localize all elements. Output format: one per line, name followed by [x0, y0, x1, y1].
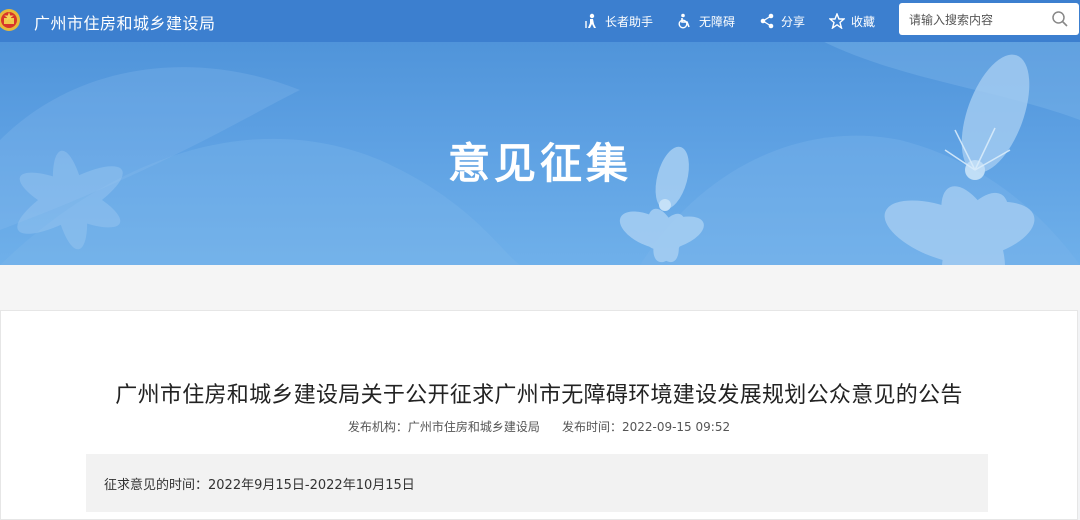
page-heading: 意见征集 — [447, 139, 632, 188]
search-icon[interactable] — [1051, 10, 1069, 28]
publisher-info: 发布机构：广州市住房和城乡建设局 — [348, 420, 540, 434]
consultation-period-box: 征求意见的时间：2022年9月15日-2022年10月15日 — [86, 454, 988, 512]
publisher-value: 广州市住房和城乡建设局 — [407, 420, 540, 434]
elder-assist-label: 长者助手 — [605, 14, 654, 29]
site-title[interactable]: 广州市住房和城乡建设局 — [34, 10, 216, 34]
publisher-label: 发布机构： — [347, 420, 408, 434]
accessibility-button[interactable]: 无障碍 — [677, 11, 735, 31]
publish-time-value: 2022-09-15 09:52 — [621, 420, 731, 434]
share-button[interactable]: 分享 — [759, 11, 805, 31]
share-label: 分享 — [781, 14, 806, 29]
top-navigation-bar: 广州市住房和城乡建设局 长者助手 无障碍 分享 收藏 请输入搜索内容 — [0, 0, 1080, 42]
consultation-period: 征求意见的时间：2022年9月15日-2022年10月15日 — [104, 474, 415, 493]
wheelchair-icon — [678, 13, 690, 29]
star-icon — [829, 13, 845, 29]
accessibility-label: 无障碍 — [699, 14, 736, 29]
page-banner: 广州市住房和城乡建设局 长者助手 无障碍 分享 收藏 请输入搜索内容 意见征集 — [0, 0, 1080, 265]
article-title: 广州市住房和城乡建设局关于公开征求广州市无障碍环境建设发展规划公众意见的公告 — [115, 383, 963, 408]
period-value: 2022年9月15日-2022年10月15日 — [208, 478, 415, 493]
search-input[interactable] — [907, 9, 1046, 31]
publish-time-info: 发布时间：2022-09-15 09:52 — [562, 420, 730, 434]
favorite-button[interactable]: 收藏 — [829, 11, 875, 31]
favorite-label: 收藏 — [851, 14, 876, 29]
content-spacer — [0, 265, 1080, 310]
publish-time-label: 发布时间： — [561, 420, 622, 434]
period-label: 征求意见的时间： — [104, 478, 209, 493]
national-emblem-logo — [0, 9, 20, 31]
share-icon — [760, 13, 774, 29]
elder-assist-button[interactable]: 长者助手 — [583, 11, 653, 31]
article-meta: 发布机构：广州市住房和城乡建设局 发布时间：2022-09-15 09:52 — [0, 418, 1078, 435]
search-box — [899, 3, 1079, 35]
elder-assist-icon — [585, 13, 596, 28]
